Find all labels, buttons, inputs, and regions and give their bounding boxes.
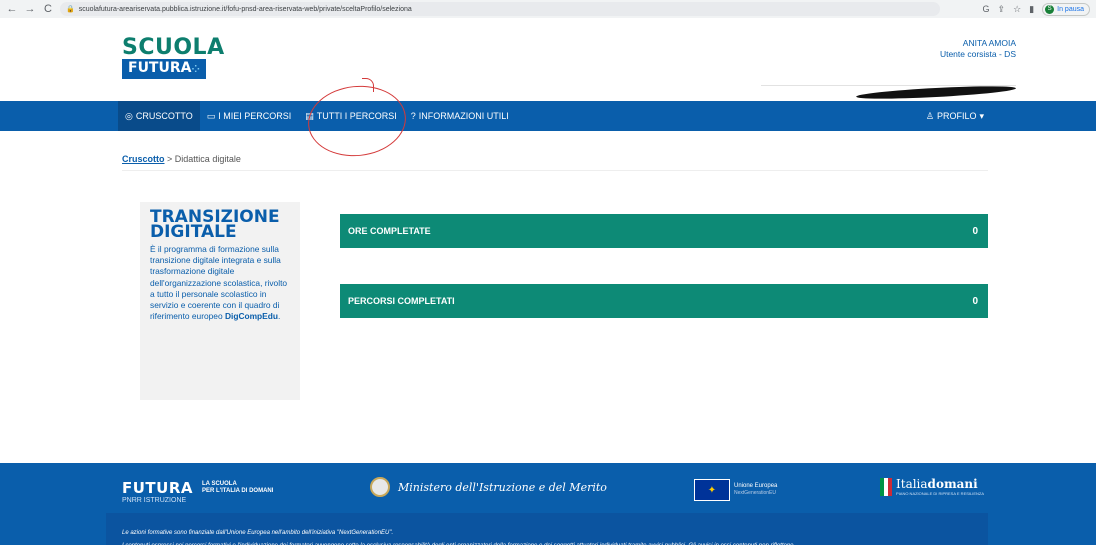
- profile-pause-button[interactable]: S In pausa: [1042, 2, 1090, 16]
- eu-logo: ✦ Unione Europea NextGenerationEU: [694, 479, 777, 501]
- footer: FUTURA PNRR ISTRUZIONE LA SCUOLA PER L'I…: [0, 463, 1096, 549]
- browser-toolbar: ← → C 🔒 scuolafutura-areariservata.pubbl…: [0, 0, 1096, 18]
- reload-icon[interactable]: C: [42, 3, 54, 15]
- footer-disclaimer-line2: I contenuti espressi nei percorsi format…: [122, 543, 794, 549]
- stat-label: PERCORSI COMPLETATI: [348, 296, 455, 306]
- footer-pnrr: PNRR ISTRUZIONE: [122, 497, 187, 504]
- monitor-icon: ▭: [206, 110, 216, 121]
- side-panel-icon[interactable]: ▮: [1029, 4, 1034, 15]
- bookmark-star-icon[interactable]: ☆: [1013, 4, 1021, 15]
- main-nav: ◎ CRUSCOTTO ▭ I MIEI PERCORSI ▤ TUTTI I …: [0, 101, 1096, 131]
- breadcrumb-link-cruscotto[interactable]: Cruscotto: [122, 154, 165, 164]
- stat-label: ORE COMPLETATE: [348, 226, 431, 236]
- profile-avatar: S: [1045, 4, 1055, 14]
- stat-ore-completate: ORE COMPLETATE 0: [340, 214, 988, 248]
- google-icon[interactable]: G: [983, 4, 990, 14]
- info-panel: TRANSIZIONE DIGITALE È il programma di f…: [140, 202, 300, 400]
- lock-icon: 🔒: [66, 6, 75, 13]
- info-description: È il programma di formazione sulla trans…: [150, 244, 288, 322]
- eu-sub: NextGenerationEU: [734, 490, 776, 496]
- eu-flag-icon: ✦: [694, 479, 730, 501]
- footer-disclaimer: Le azioni formative sono finanziate dall…: [122, 527, 982, 553]
- site-header: SCUOLA FUTURA⁘ ANITA AMOIA Utente corsis…: [0, 18, 1096, 102]
- user-info: ANITA AMOIA Utente corsista - DS: [940, 38, 1016, 60]
- breadcrumb-current: Didattica digitale: [174, 154, 241, 164]
- scuola-futura-logo[interactable]: SCUOLA FUTURA⁘: [122, 35, 225, 79]
- back-icon[interactable]: ←: [6, 3, 18, 15]
- user-icon: ♙: [925, 110, 934, 121]
- italia-domani-logo: Italiadomani PIANO NAZIONALE DI RIPRESA …: [880, 477, 984, 496]
- ministry-logo: Ministero dell'Istruzione e del Merito: [370, 477, 607, 497]
- futura-footer-logo: FUTURA PNRR ISTRUZIONE LA SCUOLA PER L'I…: [122, 479, 273, 504]
- italia-domani-sub: PIANO NAZIONALE DI RIPRESA E RESILIENZA: [896, 491, 985, 496]
- url-text: scuolafutura-areariservata.pubblica.istr…: [78, 5, 412, 13]
- logo-futura: FUTURA⁘: [122, 59, 206, 79]
- help-icon: ?: [410, 111, 416, 121]
- share-icon[interactable]: ⇪: [998, 4, 1006, 15]
- caret-down-icon: ▾: [979, 110, 984, 121]
- pause-label: In pausa: [1057, 5, 1084, 13]
- stat-value: 0: [972, 295, 978, 307]
- digcompedu-highlight: DigCompEdu: [224, 311, 278, 322]
- info-title-2: DIGITALE: [150, 222, 237, 242]
- profile-menu[interactable]: ♙ PROFILO ▾: [926, 101, 984, 131]
- breadcrumb-divider: [122, 170, 988, 171]
- user-role: Utente corsista - DS: [939, 49, 1016, 59]
- nav-informazioni-utili[interactable]: ? INFORMAZIONI UTILI: [404, 101, 516, 131]
- stat-percorsi-completati: PERCORSI COMPLETATI 0: [340, 284, 988, 318]
- italia-domani-name: Italiadomani: [896, 477, 978, 491]
- breadcrumb: Cruscotto > Didattica digitale: [122, 154, 241, 164]
- footer-futura: FUTURA: [122, 479, 193, 497]
- annotation-tail: [362, 78, 374, 92]
- redaction-mark: [855, 83, 1017, 102]
- stat-value: 0: [972, 225, 978, 237]
- eu-name: Unione Europea: [734, 483, 778, 489]
- ministry-name: Ministero dell'Istruzione e del Merito: [398, 480, 607, 494]
- logo-scuola: SCUOLA: [122, 35, 225, 60]
- forward-icon[interactable]: →: [24, 3, 36, 15]
- republic-emblem-icon: [370, 477, 390, 497]
- footer-disclaimer-line1: Le azioni formative sono finanziate dall…: [122, 530, 394, 536]
- user-name: ANITA AMOIA: [962, 38, 1016, 48]
- nav-cruscotto[interactable]: ◎ CRUSCOTTO: [118, 101, 200, 131]
- footer-tagline: LA SCUOLA PER L'ITALIA DI DOMANI: [202, 481, 274, 494]
- dashboard-icon: ◎: [125, 110, 133, 121]
- nav-i-miei-percorsi[interactable]: ▭ I MIEI PERCORSI: [200, 101, 299, 131]
- address-bar[interactable]: 🔒 scuolafutura-areariservata.pubblica.is…: [60, 2, 940, 16]
- breadcrumb-separator: >: [167, 154, 173, 164]
- italy-flag-icon: [880, 477, 892, 496]
